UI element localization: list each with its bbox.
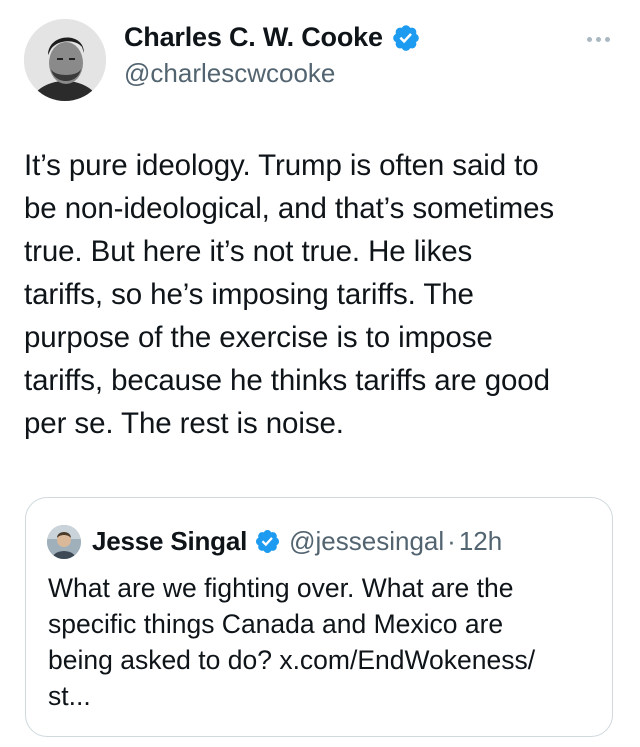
quoted-tweet-header: Jesse Singal @jessesingal · 12h <box>92 526 502 557</box>
tweet-text: It’s pure ideology. Trump is often said … <box>24 149 555 440</box>
avatar-photo-icon <box>24 19 106 101</box>
more-dot <box>586 36 592 42</box>
verified-badge-icon <box>256 529 280 554</box>
author-avatar[interactable] <box>24 19 106 101</box>
quoted-timestamp[interactable]: 12h <box>459 526 502 557</box>
separator-dot: · <box>447 526 456 556</box>
more-dot <box>604 36 610 42</box>
author-handle[interactable]: @charlescwcooke <box>124 58 335 89</box>
verified-badge-icon[interactable] <box>391 23 421 53</box>
more-options-icon[interactable] <box>578 24 618 54</box>
quoted-author-avatar[interactable] <box>47 525 81 559</box>
quoted-author-handle[interactable]: @jessesingal <box>289 526 444 557</box>
author-name-row: Charles C. W. Cooke <box>124 22 421 53</box>
author-name[interactable]: Charles C. W. Cooke <box>124 22 383 53</box>
tweet-card[interactable]: Charles C. W. Cooke @charlescwcooke It’s… <box>0 0 640 747</box>
avatar-photo-icon <box>47 525 81 559</box>
more-dot <box>595 36 601 42</box>
quoted-tweet[interactable]: Jesse Singal @jessesingal · 12h What are… <box>25 497 613 737</box>
quoted-tweet-text: What are we fighting over. What are the … <box>48 573 536 711</box>
quoted-author-name[interactable]: Jesse Singal <box>92 526 247 557</box>
